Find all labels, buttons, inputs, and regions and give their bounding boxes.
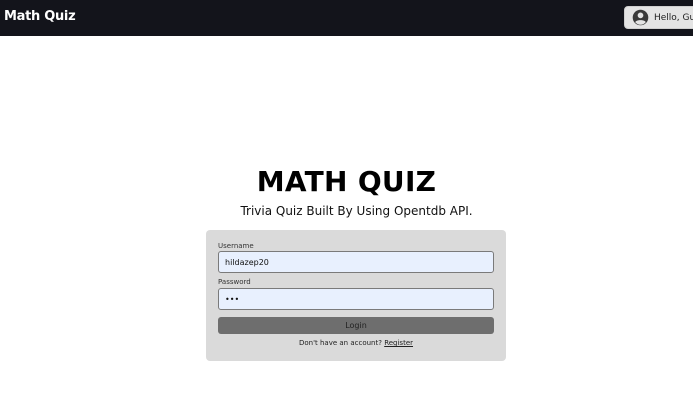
navbar: Math Quiz Hello, Guest — [0, 0, 693, 36]
register-row: Don't have an account? Register — [206, 339, 506, 347]
user-menu-button[interactable]: Hello, Guest — [624, 6, 693, 29]
password-label: Password — [218, 278, 251, 286]
register-link[interactable]: Register — [384, 339, 413, 347]
username-input[interactable] — [218, 251, 494, 273]
register-prompt: Don't have an account? — [298, 339, 382, 347]
login-form: Username Password Login Don't have an ac… — [206, 230, 506, 361]
page-subtitle: Trivia Quiz Built By Using Opentdb API. — [240, 204, 473, 218]
user-menu-label: Hello, Guest — [654, 12, 693, 23]
page-title: MATH QUIZ — [256, 165, 437, 198]
username-label: Username — [218, 242, 254, 250]
login-button[interactable]: Login — [218, 317, 494, 334]
brand-logo[interactable]: Math Quiz — [4, 9, 76, 24]
password-input[interactable] — [218, 288, 494, 310]
account-circle-icon — [632, 9, 649, 26]
